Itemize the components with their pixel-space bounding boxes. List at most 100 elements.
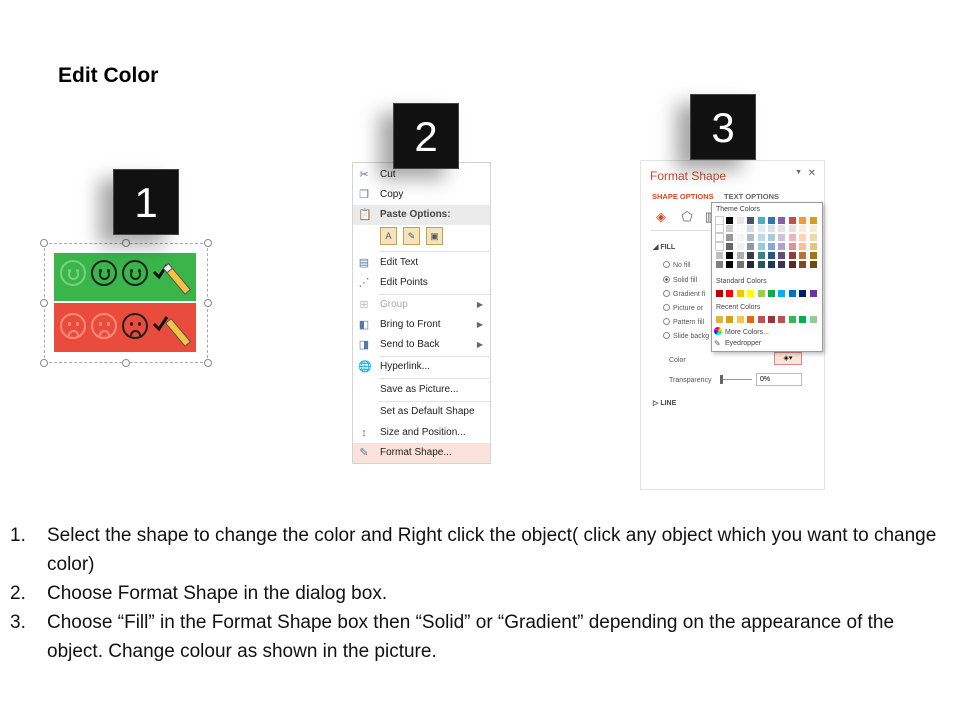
- theme-color-swatch[interactable]: [778, 217, 786, 224]
- radio-picture-fill[interactable]: Picture or: [663, 304, 703, 312]
- standard-color-swatch[interactable]: [768, 290, 775, 297]
- theme-color-swatch[interactable]: [747, 234, 755, 241]
- recent-color-swatch[interactable]: [736, 316, 744, 323]
- theme-color-swatch[interactable]: [747, 252, 755, 259]
- standard-color-swatch[interactable]: [747, 290, 755, 297]
- theme-color-swatch[interactable]: [809, 225, 817, 232]
- paste-picture-icon[interactable]: ▣: [426, 227, 443, 245]
- paste-keep-source-icon[interactable]: A: [380, 227, 397, 245]
- menu-item-group[interactable]: ⊞ Group ▶: [353, 295, 490, 315]
- theme-color-swatch[interactable]: [715, 224, 724, 233]
- theme-color-swatch[interactable]: [799, 252, 807, 259]
- resize-handle[interactable]: [40, 299, 48, 307]
- recent-color-swatch[interactable]: [799, 316, 807, 323]
- theme-color-swatch[interactable]: [736, 217, 744, 224]
- theme-color-swatch[interactable]: [768, 243, 775, 250]
- theme-color-swatch[interactable]: [809, 252, 817, 259]
- theme-color-swatch[interactable]: [736, 252, 744, 259]
- eyedropper-item[interactable]: ✎ Eyedropper: [714, 340, 761, 348]
- theme-color-swatch[interactable]: [778, 225, 786, 232]
- theme-color-swatch[interactable]: [768, 234, 775, 241]
- theme-color-swatch[interactable]: [757, 243, 765, 250]
- theme-color-swatch[interactable]: [726, 234, 734, 241]
- theme-color-swatch[interactable]: [736, 261, 744, 268]
- standard-color-swatch[interactable]: [736, 290, 744, 297]
- theme-color-swatch[interactable]: [726, 217, 734, 224]
- theme-color-swatch[interactable]: [747, 217, 755, 224]
- menu-item-default-shape[interactable]: Set as Default Shape: [353, 402, 490, 422]
- standard-color-swatch[interactable]: [788, 290, 796, 297]
- menu-item-save-picture[interactable]: Save as Picture...: [353, 380, 490, 400]
- theme-color-swatch[interactable]: [778, 252, 786, 259]
- theme-color-swatch[interactable]: [788, 217, 796, 224]
- theme-color-swatch[interactable]: [788, 234, 796, 241]
- menu-item-edit-points[interactable]: ⋰ Edit Points: [353, 273, 490, 293]
- recent-color-swatch[interactable]: [778, 316, 786, 323]
- theme-color-swatch[interactable]: [757, 234, 765, 241]
- recent-color-swatch[interactable]: [809, 316, 817, 323]
- fill-line-icon[interactable]: ◈: [653, 209, 669, 225]
- theme-color-swatch[interactable]: [809, 261, 817, 268]
- section-line[interactable]: ▷ LINE: [653, 399, 676, 407]
- standard-color-swatch[interactable]: [809, 290, 817, 297]
- theme-color-swatch[interactable]: [726, 252, 734, 259]
- theme-color-swatch[interactable]: [726, 225, 734, 232]
- radio-solid-fill[interactable]: Solid fill: [663, 276, 697, 284]
- menu-item-edit-text[interactable]: ▤ Edit Text: [353, 253, 490, 273]
- theme-color-swatch[interactable]: [726, 243, 734, 250]
- standard-color-swatch[interactable]: [716, 290, 723, 297]
- theme-color-swatch[interactable]: [788, 243, 796, 250]
- theme-color-swatch[interactable]: [768, 225, 775, 232]
- theme-color-swatch[interactable]: [757, 252, 765, 259]
- theme-color-swatch[interactable]: [715, 242, 724, 251]
- recent-color-swatch[interactable]: [757, 316, 765, 323]
- theme-color-swatch[interactable]: [716, 261, 723, 268]
- resize-handle[interactable]: [40, 239, 48, 247]
- theme-color-swatch[interactable]: [757, 261, 765, 268]
- tab-text-options[interactable]: TEXT OPTIONS: [724, 192, 779, 201]
- close-icon[interactable]: ✕: [808, 168, 816, 179]
- theme-color-swatch[interactable]: [809, 217, 817, 224]
- theme-color-swatch[interactable]: [768, 261, 775, 268]
- theme-color-swatch[interactable]: [768, 217, 775, 224]
- transparency-slider[interactable]: [722, 379, 752, 380]
- resize-handle[interactable]: [204, 239, 212, 247]
- standard-color-swatch[interactable]: [799, 290, 807, 297]
- radio-slide-background[interactable]: Slide backg: [663, 332, 709, 340]
- resize-handle[interactable]: [122, 239, 130, 247]
- theme-color-swatch[interactable]: [747, 225, 755, 232]
- theme-color-swatch[interactable]: [778, 261, 786, 268]
- theme-color-swatch[interactable]: [736, 234, 744, 241]
- transparency-slider-knob[interactable]: [720, 375, 723, 384]
- theme-color-swatch[interactable]: [757, 225, 765, 232]
- theme-color-swatch[interactable]: [788, 252, 796, 259]
- resize-handle[interactable]: [122, 359, 130, 367]
- recent-color-swatch[interactable]: [726, 316, 734, 323]
- theme-color-swatch[interactable]: [747, 243, 755, 250]
- theme-color-swatch[interactable]: [788, 261, 796, 268]
- more-colors-item[interactable]: More Colors...: [714, 327, 769, 336]
- theme-color-swatch[interactable]: [788, 225, 796, 232]
- theme-color-swatch[interactable]: [799, 243, 807, 250]
- menu-item-hyperlink[interactable]: 🌐 Hyperlink...: [353, 357, 490, 377]
- menu-item-size-position[interactable]: ↕ Size and Position...: [353, 423, 490, 443]
- theme-color-swatch[interactable]: [778, 243, 786, 250]
- recent-color-swatch[interactable]: [716, 316, 723, 323]
- menu-item-bring-front[interactable]: ◧ Bring to Front ▶: [353, 315, 490, 335]
- theme-color-swatch[interactable]: [799, 225, 807, 232]
- radio-pattern-fill[interactable]: Pattern fill: [663, 318, 704, 326]
- tab-shape-options[interactable]: SHAPE OPTIONS: [652, 192, 714, 201]
- theme-color-swatch[interactable]: [736, 243, 744, 250]
- theme-color-swatch[interactable]: [757, 217, 765, 224]
- menu-item-copy[interactable]: ❐ Copy: [353, 185, 490, 205]
- resize-handle[interactable]: [204, 299, 212, 307]
- theme-color-swatch[interactable]: [809, 243, 817, 250]
- recent-color-swatch[interactable]: [788, 316, 796, 323]
- section-fill[interactable]: ◢ FILL: [653, 243, 675, 251]
- theme-color-swatch[interactable]: [747, 261, 755, 268]
- resize-handle[interactable]: [204, 359, 212, 367]
- theme-color-swatch[interactable]: [715, 216, 724, 225]
- standard-color-swatch[interactable]: [726, 290, 734, 297]
- theme-color-swatch[interactable]: [778, 234, 786, 241]
- theme-color-swatch[interactable]: [716, 252, 723, 259]
